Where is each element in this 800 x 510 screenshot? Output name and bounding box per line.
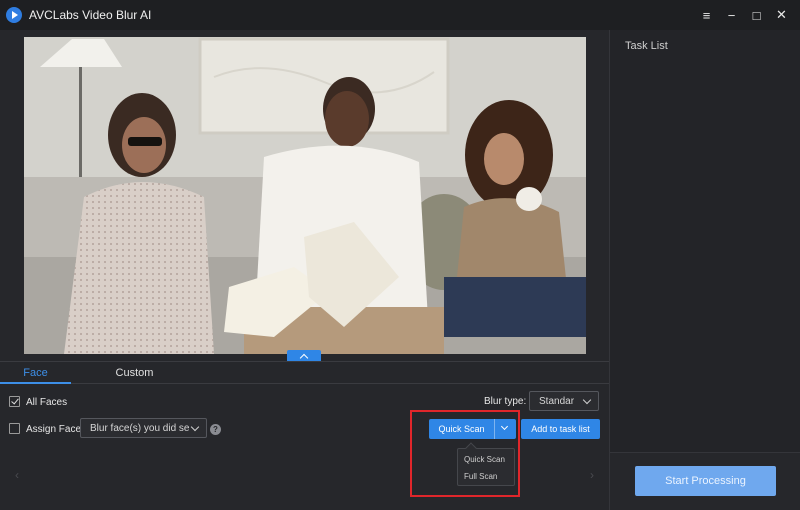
- start-processing-button[interactable]: Start Processing: [635, 466, 776, 496]
- highlight-annotation: [410, 410, 520, 497]
- blur-type-label: Blur type:: [484, 396, 527, 407]
- add-to-task-list-button[interactable]: Add to task list: [521, 419, 600, 439]
- app-title: AVCLabs Video Blur AI: [29, 8, 152, 22]
- tab-custom[interactable]: Custom: [99, 362, 170, 384]
- main-panel: Face Custom All Faces Blur type: Standar…: [0, 30, 609, 510]
- prev-arrow-icon[interactable]: ‹: [10, 455, 24, 495]
- minimize-icon[interactable]: −: [719, 0, 744, 30]
- blur-type-select[interactable]: Standar: [529, 391, 599, 411]
- all-faces-checkbox[interactable]: [9, 396, 20, 407]
- video-frame-image: [24, 37, 586, 354]
- close-icon[interactable]: ✕: [769, 0, 794, 30]
- assign-face-checkbox[interactable]: [9, 423, 20, 434]
- chevron-down-icon: [582, 395, 592, 405]
- task-panel: Task List Start Processing: [609, 30, 800, 510]
- all-faces-label: All Faces: [26, 397, 68, 408]
- menu-icon[interactable]: ≡: [694, 0, 719, 30]
- chevron-down-icon: [190, 422, 200, 432]
- next-arrow-icon[interactable]: ›: [585, 455, 599, 495]
- assign-face-select[interactable]: Blur face(s) you did se: [80, 418, 207, 438]
- tab-face[interactable]: Face: [0, 362, 71, 384]
- mode-tabs: Face Custom: [0, 362, 609, 384]
- window-controls: ≡ − □ ✕: [694, 0, 794, 30]
- blur-type-value: Standar: [539, 395, 575, 407]
- video-preview[interactable]: [24, 37, 586, 354]
- app-logo-icon: [6, 7, 22, 23]
- title-bar: AVCLabs Video Blur AI ≡ − □ ✕: [0, 0, 800, 30]
- assign-face-value: Blur face(s) you did se: [90, 422, 190, 434]
- task-list-title: Task List: [625, 40, 668, 52]
- maximize-icon[interactable]: □: [744, 0, 769, 30]
- active-tab-indicator: [0, 382, 71, 384]
- help-icon[interactable]: ?: [210, 424, 221, 435]
- assign-face-label: Assign Face: [26, 424, 82, 435]
